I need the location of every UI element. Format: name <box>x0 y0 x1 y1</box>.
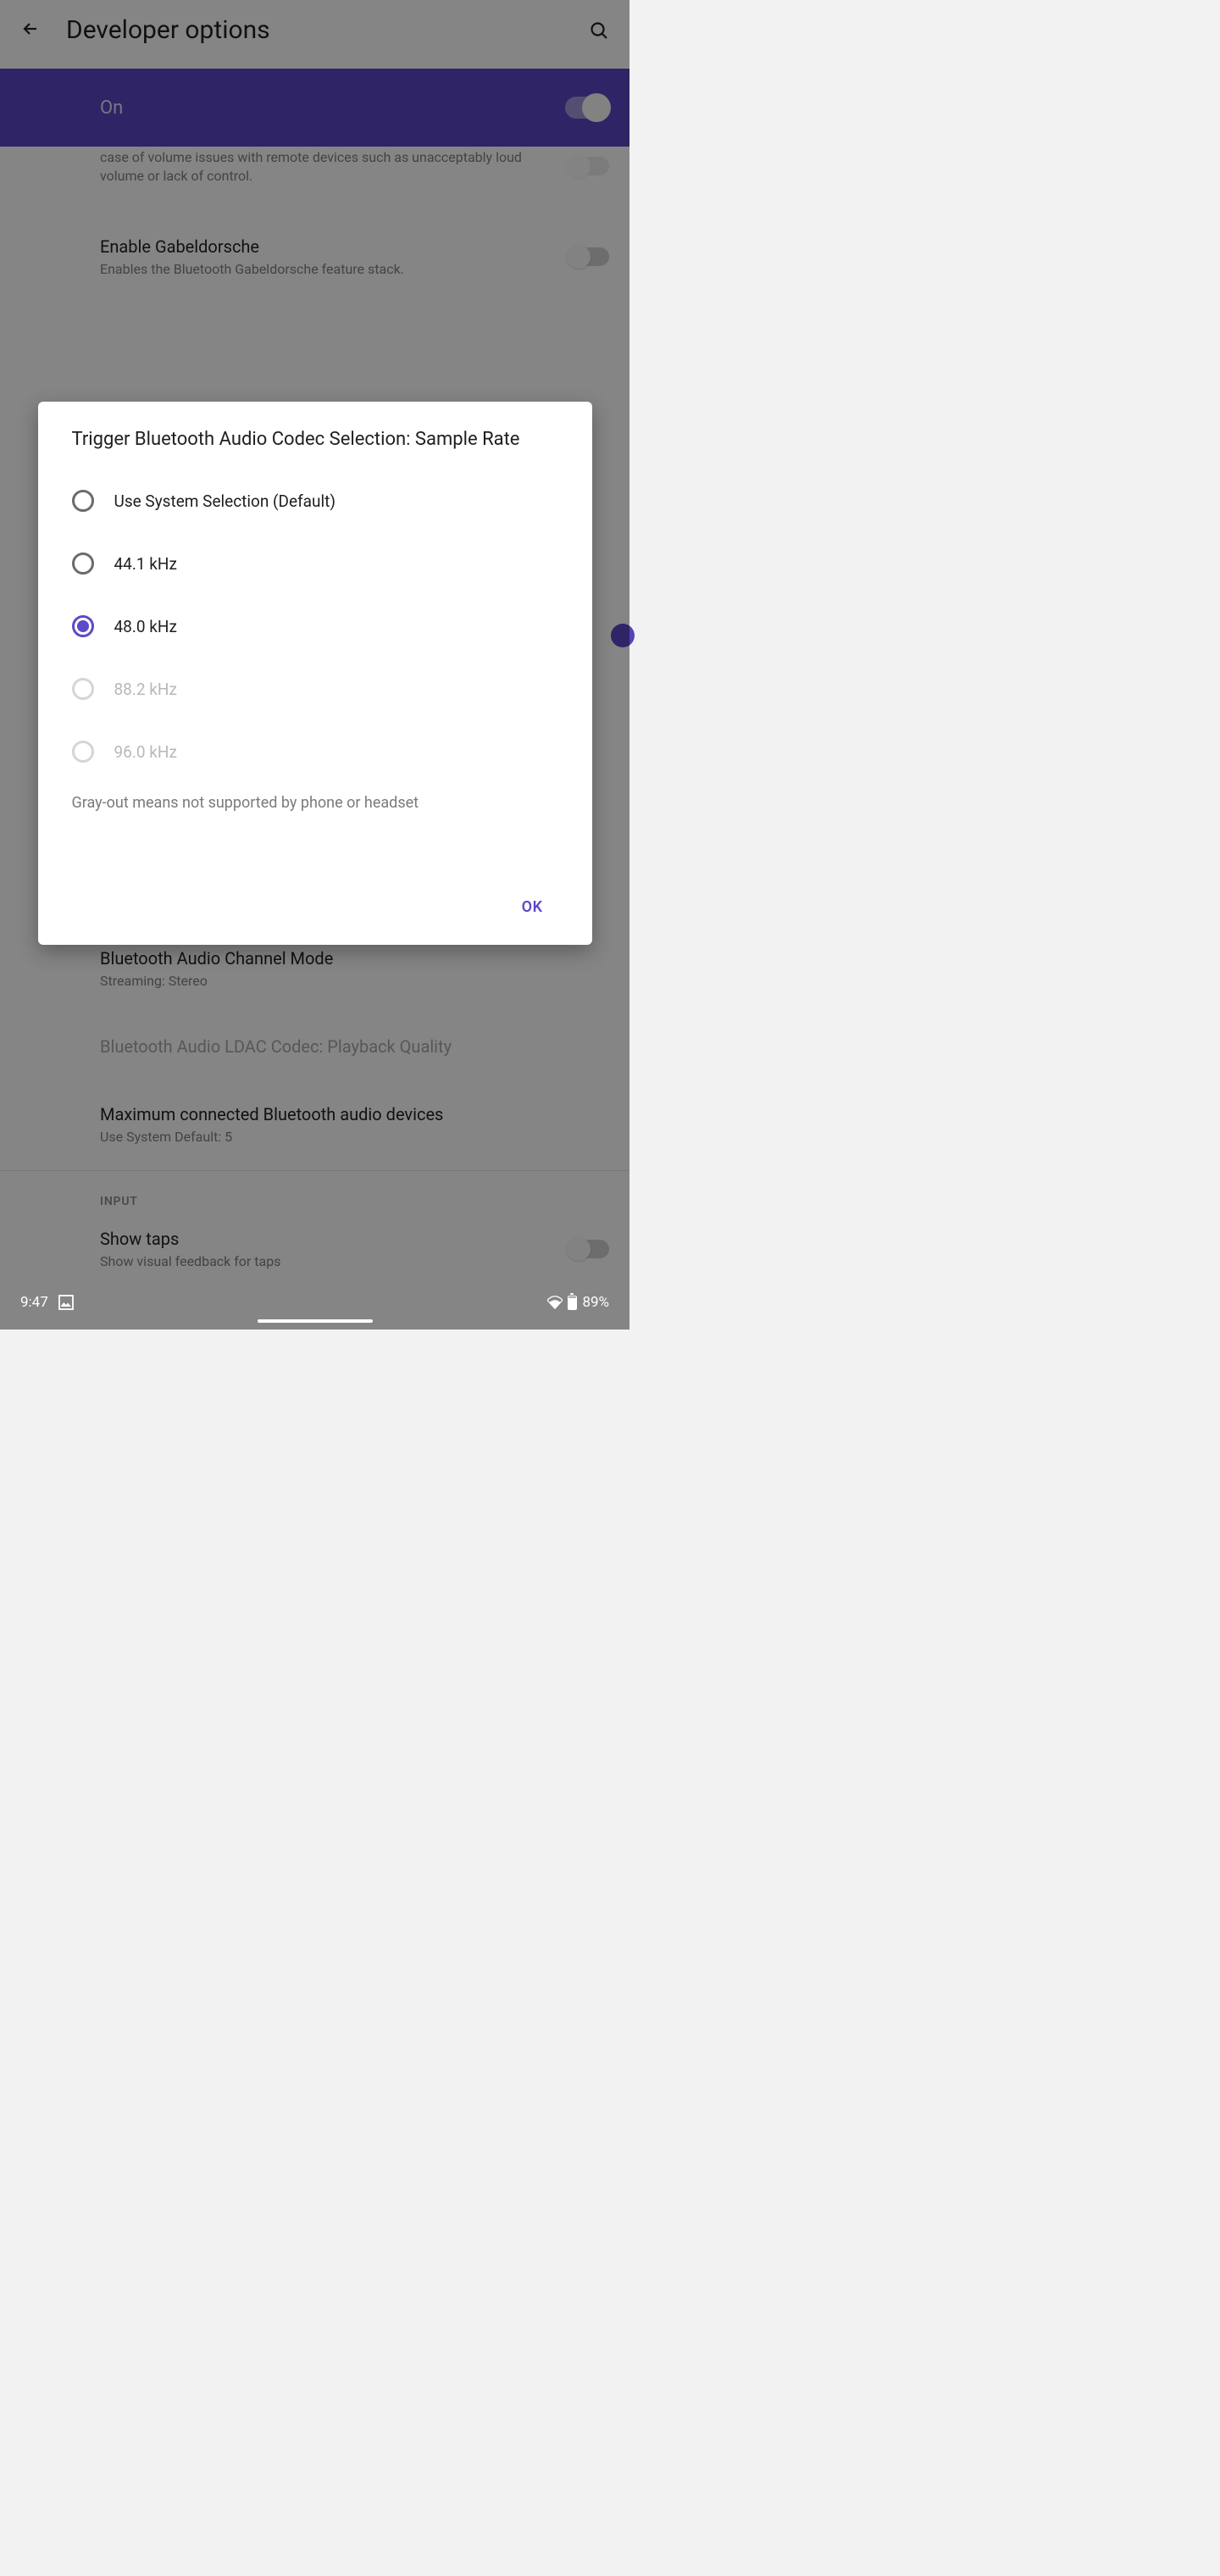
radio-option[interactable]: 48.0 kHz <box>38 595 592 658</box>
radio-icon-selected <box>72 615 94 637</box>
dialog-note: Gray-out means not supported by phone or… <box>38 788 592 822</box>
radio-option: 96.0 kHz <box>38 720 592 783</box>
ok-button[interactable]: OK <box>507 890 558 924</box>
radio-icon <box>72 552 94 575</box>
gesture-handle[interactable] <box>258 1319 373 1323</box>
sample-rate-dialog: Trigger Bluetooth Audio Codec Selection:… <box>38 402 592 945</box>
radio-icon-disabled <box>72 678 94 700</box>
radio-option[interactable]: 44.1 kHz <box>38 532 592 595</box>
dialog-title: Trigger Bluetooth Audio Codec Selection:… <box>38 402 592 464</box>
radio-option[interactable]: Use System Selection (Default) <box>38 469 592 532</box>
dialog-layer: Trigger Bluetooth Audio Codec Selection:… <box>0 0 629 1330</box>
radio-icon-disabled <box>72 741 94 763</box>
radio-icon <box>72 490 94 512</box>
radio-option: 88.2 kHz <box>38 658 592 720</box>
radio-group: Use System Selection (Default) 44.1 kHz … <box>38 464 592 788</box>
